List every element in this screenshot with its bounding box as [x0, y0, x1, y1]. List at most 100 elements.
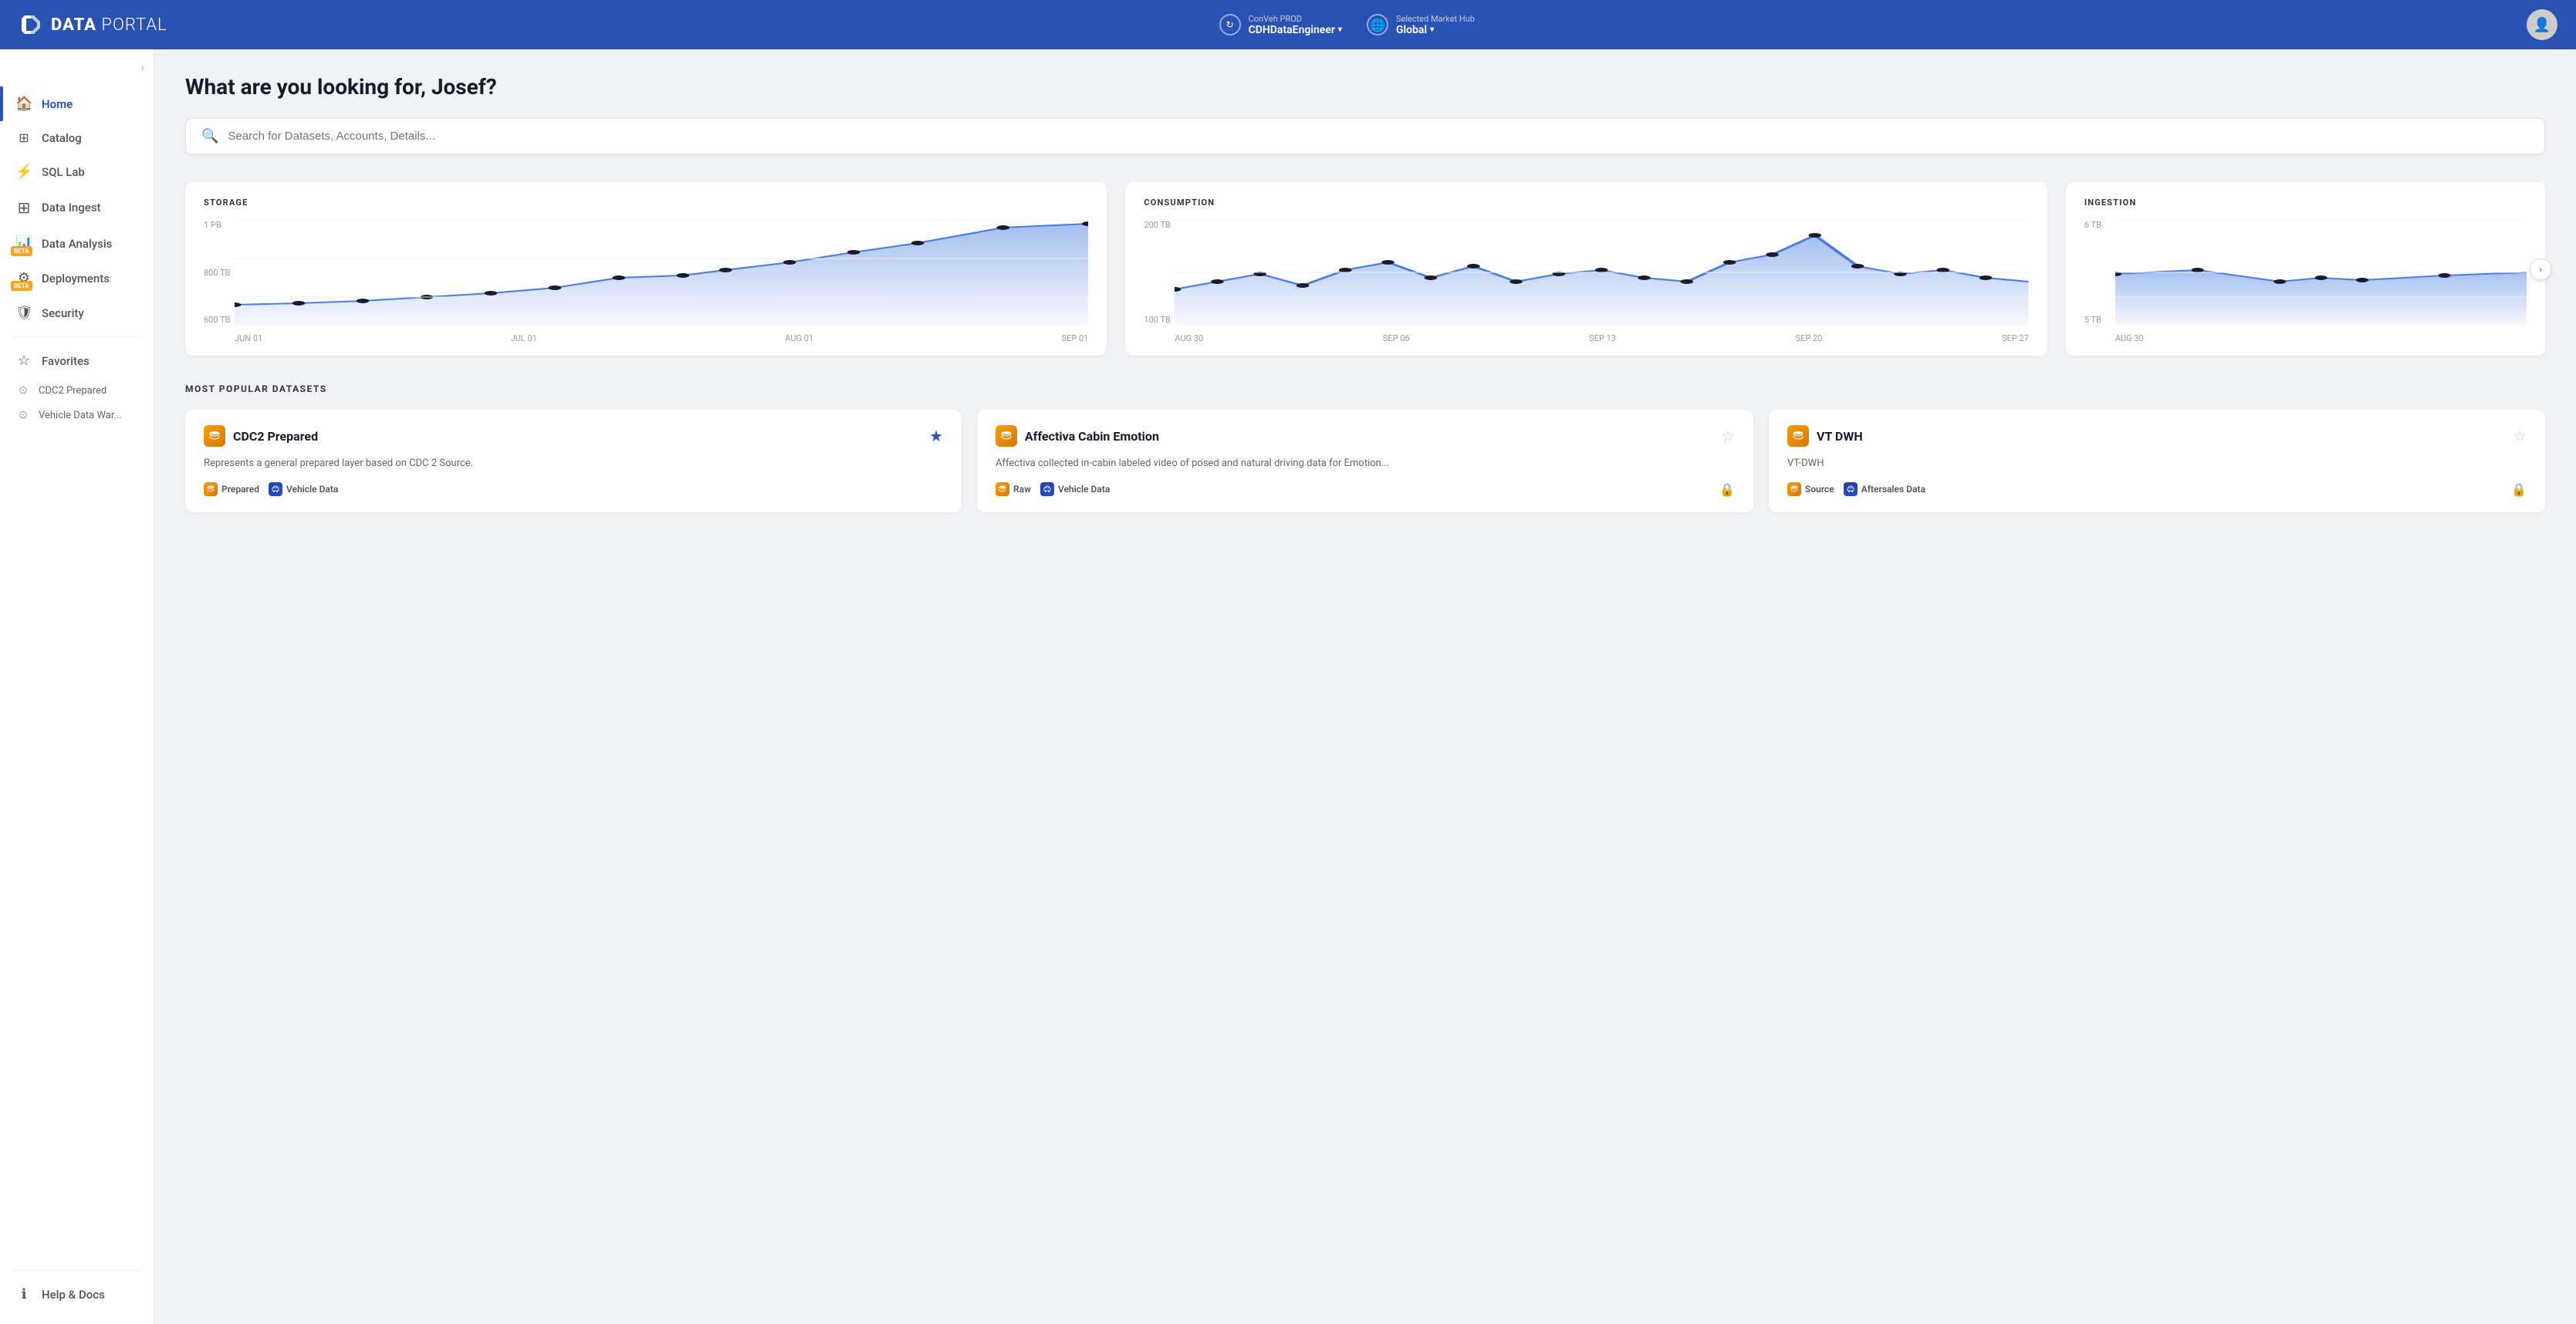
sidebar-item-help-docs[interactable]: ℹ Help & Docs — [0, 1277, 154, 1312]
sidebar-sqllab-label: SQL Lab — [42, 165, 85, 179]
sidebar-sub-item-cdc2[interactable]: ⊙ CDC2 Prepared — [0, 378, 154, 403]
sidebar-deployments-label: Deployments — [42, 272, 110, 285]
tag-vehicle2-icon — [1040, 482, 1054, 496]
datasets-grid: CDC2 Prepared ★ Represents a general pre… — [185, 410, 2545, 512]
dataset-card-affectiva[interactable]: Affectiva Cabin Emotion ☆ Affectiva coll… — [977, 410, 1753, 512]
conveh-label: ConVeh PROD — [1249, 14, 1342, 24]
sidebar-cdc2-label: CDC2 Prepared — [39, 385, 106, 397]
ingestion-chart-area: 6 TB 5 TB — [2084, 220, 2527, 343]
consumption-x-labels: AUG 30 SEP 06 SEP 13 SEP 20 SEP 27 — [1175, 333, 2028, 343]
tag-aftersales-icon — [1844, 482, 1858, 496]
sidebar-catalog-label: Catalog — [42, 131, 82, 145]
search-input[interactable] — [228, 130, 2529, 143]
deployments-beta-badge: BETA — [11, 281, 32, 291]
storage-chart-area: 1 PB 800 TB 600 TB — [204, 220, 1088, 343]
search-bar[interactable]: 🔍 — [185, 118, 2545, 154]
dataset-affectiva-star-button[interactable]: ☆ — [1721, 427, 1735, 445]
consumption-chart-svg — [1175, 220, 2028, 325]
catalog-icon: ⊞ — [15, 130, 32, 145]
sidebar-collapse-area: ‹ — [0, 62, 154, 86]
sidebar-divider-2 — [12, 1270, 141, 1271]
dataset-vtdwh-tag-source: Source — [1787, 482, 1834, 496]
dataset-card-cdc2[interactable]: CDC2 Prepared ★ Represents a general pre… — [185, 410, 962, 512]
datasets-section-title: MOST POPULAR DATASETS — [185, 383, 2545, 394]
dataset-vtdwh-icon — [1787, 425, 1809, 447]
sidebar-dataanalysis-label: Data Analysis — [42, 237, 112, 251]
dataset-cdc2-icon — [204, 425, 225, 447]
storage-chart-card: STORAGE 1 PB 800 TB 600 TB — [185, 182, 1107, 356]
market-selector[interactable]: 🌐 Selected Market Hub Global ▾ — [1367, 14, 1475, 36]
dataset-vtdwh-tags: Source Aftersales Data 🔒 — [1787, 482, 2527, 497]
tag-prepared-icon — [204, 482, 218, 496]
consumption-chart-area: 200 TB 100 TB — [1144, 220, 2028, 343]
app-layout: ‹ 🏠 Home ⊞ Catalog ⚡ SQL Lab ⊞ Data Inge… — [0, 49, 2576, 1324]
sidebar-item-catalog[interactable]: ⊞ Catalog — [0, 121, 154, 154]
dataset-cdc2-title: CDC2 Prepared — [204, 425, 318, 447]
logo-text: DATA PORTAL — [51, 15, 167, 35]
sidebar-item-deployments[interactable]: ⚙ Deployments BETA — [0, 261, 154, 296]
dataset-cdc2-tags: Prepared Vehicle Data — [204, 482, 943, 496]
sidebar: ‹ 🏠 Home ⊞ Catalog ⚡ SQL Lab ⊞ Data Inge… — [0, 49, 154, 1324]
header-selectors: ↻ ConVeh PROD CDHDataEngineer ▾ 🌐 Select… — [1219, 14, 1475, 36]
sidebar-favorites-label: Favorites — [42, 354, 90, 368]
sidebar-item-data-ingest[interactable]: ⊞ Data Ingest — [0, 189, 154, 226]
sidebar-item-favorites[interactable]: ☆ Favorites — [0, 343, 154, 378]
dataset-affectiva-tag-vehicle: Vehicle Data — [1040, 482, 1110, 496]
main-content: What are you looking for, Josef? 🔍 STORA… — [154, 49, 2576, 1324]
vehicle-data-icon: ⊙ — [15, 409, 31, 421]
sidebar-item-home[interactable]: 🏠 Home — [0, 86, 154, 121]
ingestion-chart-next-button[interactable]: › — [2530, 258, 2551, 280]
sidebar-item-security[interactable]: 🛡 Security — [0, 296, 154, 330]
sidebar-sub-item-vehicle-data[interactable]: ⊙ Vehicle Data War... — [0, 403, 154, 427]
dataset-vtdwh-title: VT DWH — [1787, 425, 1863, 447]
sidebar-collapse-button[interactable]: ‹ — [141, 62, 144, 74]
consumption-chart-card: CONSUMPTION 200 TB 100 TB — [1125, 182, 2047, 356]
dataset-cdc2-star-button[interactable]: ★ — [929, 427, 943, 445]
sidebar-item-data-analysis[interactable]: 📊 Data Analysis BETA — [0, 226, 154, 261]
dataset-vtdwh-star-button[interactable]: ☆ — [2513, 427, 2527, 445]
storage-chart-svg — [235, 220, 1088, 325]
dataset-vtdwh-lock-icon: 🔒 — [2511, 482, 2527, 497]
dataset-affectiva-lock-icon: 🔒 — [1719, 482, 1735, 497]
conveh-chevron-icon: ▾ — [1338, 25, 1342, 34]
sidebar-home-label: Home — [42, 97, 73, 111]
sidebar-helpdocs-label: Help & Docs — [42, 1288, 105, 1302]
ingestion-chart-card: INGESTION 6 TB 5 TB — [2066, 182, 2545, 356]
ingestion-x-labels: AUG 30 — [2115, 333, 2527, 343]
dataset-affectiva-tag-raw: Raw — [996, 482, 1031, 496]
consumption-y-labels: 200 TB 100 TB — [1144, 220, 1170, 325]
dataset-card-cdc2-header: CDC2 Prepared ★ — [204, 425, 943, 447]
dataset-card-vtdwh[interactable]: VT DWH ☆ VT-DWH Source — [1769, 410, 2545, 512]
logo-icon — [19, 12, 43, 37]
help-docs-icon: ℹ — [15, 1286, 32, 1302]
dataset-affectiva-title: Affectiva Cabin Emotion — [996, 425, 1159, 447]
market-chevron-icon: ▾ — [1430, 25, 1434, 34]
security-icon: 🛡 — [15, 305, 32, 321]
app-header: DATA PORTAL ↻ ConVeh PROD CDHDataEnginee… — [0, 0, 2576, 49]
storage-y-labels: 1 PB 800 TB 600 TB — [204, 220, 230, 325]
market-value: Global ▾ — [1396, 24, 1475, 36]
sidebar-item-sql-lab[interactable]: ⚡ SQL Lab — [0, 154, 154, 189]
ingestion-y-labels: 6 TB 5 TB — [2084, 220, 2101, 325]
ingestion-chart-svg — [2115, 220, 2527, 325]
logo: DATA PORTAL — [19, 12, 167, 37]
conveh-icon: ↻ — [1219, 14, 1241, 35]
conveh-value: CDHDataEngineer ▾ — [1249, 24, 1342, 36]
consumption-chart-title: CONSUMPTION — [1144, 198, 2028, 208]
dataset-affectiva-description: Affectiva collected in-cabin labeled vid… — [996, 456, 1735, 471]
user-avatar[interactable]: 👤 — [2527, 9, 2557, 40]
conveh-selector[interactable]: ↻ ConVeh PROD CDHDataEngineer ▾ — [1219, 14, 1342, 36]
charts-row: STORAGE 1 PB 800 TB 600 TB — [185, 182, 2545, 356]
dataset-affectiva-icon — [996, 425, 1017, 447]
dataset-card-vtdwh-header: VT DWH ☆ — [1787, 425, 2527, 447]
sql-lab-icon: ⚡ — [15, 164, 32, 180]
tag-raw-icon — [996, 482, 1009, 496]
dataset-vtdwh-description: VT-DWH — [1787, 456, 2527, 471]
favorites-icon: ☆ — [15, 353, 32, 369]
storage-chart-title: STORAGE — [204, 198, 1088, 208]
sidebar-bottom: ℹ Help & Docs — [0, 1264, 154, 1312]
home-icon: 🏠 — [15, 96, 32, 112]
ingestion-chart-title: INGESTION — [2084, 198, 2527, 208]
dataset-vtdwh-tag-aftersales: Aftersales Data — [1844, 482, 1925, 496]
dataset-cdc2-tag-prepared: Prepared — [204, 482, 259, 496]
